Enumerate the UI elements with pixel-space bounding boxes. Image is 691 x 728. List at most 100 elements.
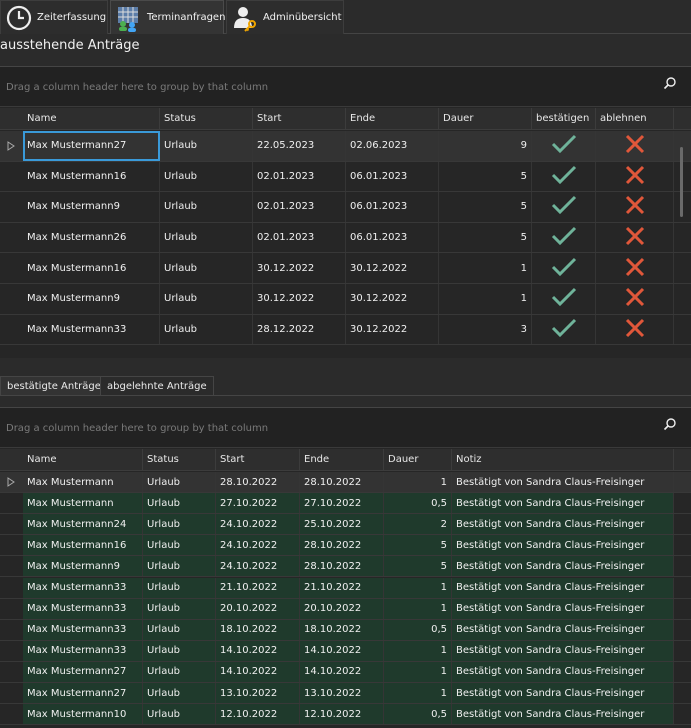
- cell-end[interactable]: 14.10.2022: [300, 661, 384, 682]
- cell-duration[interactable]: 3: [439, 314, 532, 345]
- tab-confirmed-requests[interactable]: bestätigte Anträge: [0, 376, 108, 396]
- cell-status[interactable]: Urlaub: [143, 472, 216, 493]
- cell-name[interactable]: Max Mustermann33: [23, 314, 160, 345]
- column-header-start[interactable]: Start: [253, 108, 346, 130]
- cell-end[interactable]: 14.10.2022: [300, 640, 384, 661]
- cell-duration[interactable]: 1: [384, 598, 452, 619]
- cell-duration[interactable]: 5: [439, 192, 532, 222]
- cell-status[interactable]: Urlaub: [160, 222, 253, 253]
- cell-status[interactable]: Urlaub: [160, 192, 253, 222]
- cell-end[interactable]: 27.10.2022: [300, 493, 384, 514]
- cell-start[interactable]: 14.10.2022: [216, 640, 300, 661]
- nav-tab-zeiterfassung[interactable]: Zeiterfassung: [0, 0, 108, 34]
- cell-end[interactable]: 18.10.2022: [300, 619, 384, 640]
- cell-status[interactable]: Urlaub: [143, 598, 216, 619]
- cell-duration[interactable]: 0,5: [384, 619, 452, 640]
- cell-end[interactable]: 28.10.2022: [300, 472, 384, 493]
- cell-end[interactable]: 21.10.2022: [300, 577, 384, 598]
- cell-status[interactable]: Urlaub: [160, 131, 253, 161]
- table-row[interactable]: Max Mustermann16 Urlaub 02.01.2023 06.01.20…: [0, 161, 691, 193]
- cell-start[interactable]: 27.10.2022: [216, 493, 300, 514]
- scrollbar[interactable]: [680, 147, 683, 217]
- nav-tab-terminanfragen[interactable]: Terminanfragen: [110, 0, 225, 34]
- cell-start[interactable]: 30.12.2022: [253, 284, 346, 314]
- cell-name[interactable]: Max Mustermann10: [23, 704, 143, 725]
- cell-note[interactable]: Bestätigt von Sandra Claus-Freisinger: [452, 535, 674, 556]
- column-header-duration[interactable]: Dauer: [439, 108, 532, 130]
- table-row[interactable]: Max Mustermann27 Urlaub 22.05.2023 02.06.20…: [0, 131, 691, 162]
- cell-start[interactable]: 30.12.2022: [253, 253, 346, 283]
- cell-note[interactable]: Bestätigt von Sandra Claus-Freisinger: [452, 577, 674, 598]
- cell-end[interactable]: 30.12.2022: [346, 314, 439, 345]
- cell-status[interactable]: Urlaub: [143, 619, 216, 640]
- cell-duration[interactable]: 0,5: [384, 704, 452, 725]
- column-header-confirm[interactable]: bestätigen: [532, 108, 596, 130]
- cell-name[interactable]: Max Mustermann: [23, 472, 143, 493]
- cell-note[interactable]: Bestätigt von Sandra Claus-Freisinger: [452, 514, 674, 535]
- table-row[interactable]: Max Mustermann33 Urlaub 28.12.2022 30.12.20…: [0, 314, 691, 346]
- reject-button[interactable]: [596, 314, 674, 345]
- confirm-button[interactable]: [532, 192, 596, 222]
- table-row[interactable]: Max Mustermann27 Urlaub 13.10.2022 13.10.20…: [0, 683, 691, 705]
- table-row[interactable]: Max Mustermann Urlaub 27.10.2022 27.10.2022…: [0, 493, 691, 515]
- cell-status[interactable]: Urlaub: [143, 514, 216, 535]
- cell-status[interactable]: Urlaub: [143, 683, 216, 704]
- table-row[interactable]: Max Mustermann9 Urlaub 30.12.2022 30.12.202…: [0, 284, 691, 315]
- cell-name[interactable]: Max Mustermann9: [23, 284, 160, 314]
- table-row[interactable]: Max Mustermann Urlaub 28.10.2022 28.10.2022…: [0, 472, 691, 494]
- cell-start[interactable]: 13.10.2022: [216, 683, 300, 704]
- table-row[interactable]: Max Mustermann9 Urlaub 02.01.2023 06.01.202…: [0, 192, 691, 223]
- cell-end[interactable]: 30.12.2022: [346, 253, 439, 283]
- cell-start[interactable]: 21.10.2022: [216, 577, 300, 598]
- search-icon[interactable]: [663, 417, 677, 431]
- reject-button[interactable]: [596, 192, 674, 222]
- cell-status[interactable]: Urlaub: [160, 284, 253, 314]
- cell-end[interactable]: 12.10.2022: [300, 704, 384, 725]
- cell-start[interactable]: 24.10.2022: [216, 514, 300, 535]
- column-header-end[interactable]: Ende: [346, 108, 439, 130]
- cell-end[interactable]: 20.10.2022: [300, 598, 384, 619]
- cell-duration[interactable]: 1: [384, 640, 452, 661]
- cell-duration[interactable]: 1: [384, 577, 452, 598]
- column-header-name[interactable]: Name: [23, 108, 160, 130]
- cell-duration[interactable]: 1: [439, 253, 532, 283]
- cell-status[interactable]: Urlaub: [143, 535, 216, 556]
- reject-button[interactable]: [596, 284, 674, 314]
- cell-duration[interactable]: 1: [384, 472, 452, 493]
- cell-name[interactable]: Max Mustermann33: [23, 577, 143, 598]
- cell-status[interactable]: Urlaub: [143, 704, 216, 725]
- table-row[interactable]: Max Mustermann33 Urlaub 18.10.2022 18.10.20…: [0, 619, 691, 641]
- cell-name[interactable]: Max Mustermann: [23, 493, 143, 514]
- table-row[interactable]: Max Mustermann16 Urlaub 24.10.2022 28.10.20…: [0, 535, 691, 557]
- confirm-button[interactable]: [532, 253, 596, 283]
- cell-duration[interactable]: 2: [384, 514, 452, 535]
- confirm-button[interactable]: [532, 314, 596, 345]
- column-header-duration[interactable]: Dauer: [384, 449, 452, 471]
- cell-duration[interactable]: 1: [384, 661, 452, 682]
- cell-start[interactable]: 28.12.2022: [253, 314, 346, 345]
- column-header-status[interactable]: Status: [143, 449, 216, 471]
- cell-end[interactable]: 06.01.2023: [346, 161, 439, 192]
- column-header-start[interactable]: Start: [216, 449, 300, 471]
- cell-end[interactable]: 06.01.2023: [346, 222, 439, 253]
- cell-start[interactable]: 20.10.2022: [216, 598, 300, 619]
- cell-duration[interactable]: 5: [439, 161, 532, 192]
- cell-start[interactable]: 12.10.2022: [216, 704, 300, 725]
- cell-name[interactable]: Max Mustermann33: [23, 619, 143, 640]
- confirm-button[interactable]: [532, 284, 596, 314]
- cell-status[interactable]: Urlaub: [160, 314, 253, 345]
- cell-start[interactable]: 18.10.2022: [216, 619, 300, 640]
- cell-duration[interactable]: 1: [384, 683, 452, 704]
- cell-status[interactable]: Urlaub: [143, 556, 216, 577]
- tab-rejected-requests[interactable]: abgelehnte Anträge: [100, 376, 214, 396]
- reject-button[interactable]: [596, 161, 674, 192]
- cell-duration[interactable]: 9: [439, 131, 532, 161]
- confirm-button[interactable]: [532, 131, 596, 161]
- cell-end[interactable]: 28.10.2022: [300, 556, 384, 577]
- cell-name[interactable]: Max Mustermann16: [23, 253, 160, 283]
- column-header-end[interactable]: Ende: [300, 449, 384, 471]
- reject-button[interactable]: [596, 222, 674, 253]
- cell-name[interactable]: Max Mustermann33: [23, 598, 143, 619]
- reject-button[interactable]: [596, 131, 674, 161]
- confirm-button[interactable]: [532, 222, 596, 253]
